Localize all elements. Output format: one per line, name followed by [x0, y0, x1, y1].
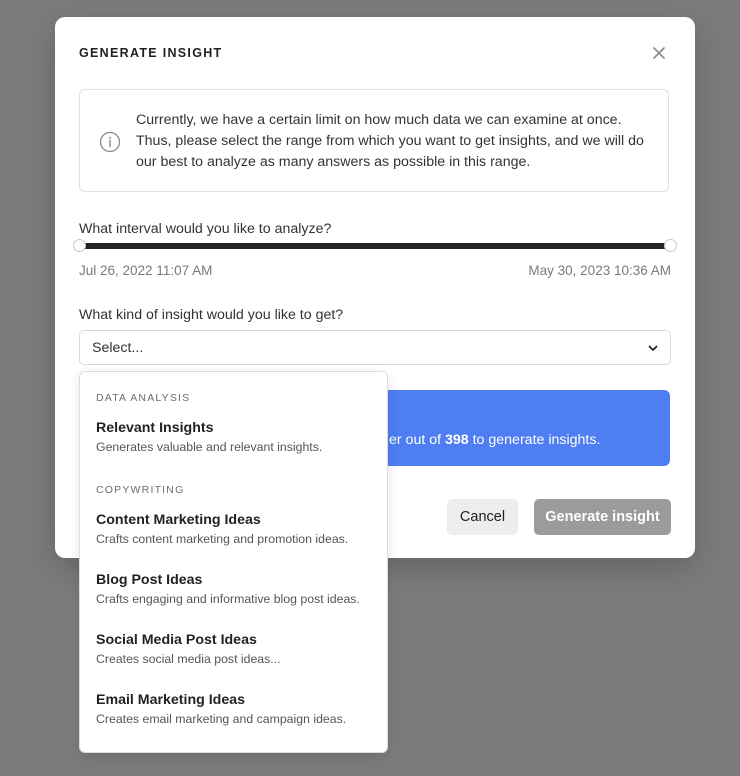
option-relevant-insights[interactable]: Relevant Insights Generates valuable and… [80, 420, 387, 474]
range-start-handle[interactable] [73, 239, 86, 252]
option-desc: Crafts content marketing and promotion i… [96, 532, 349, 546]
option-desc: Creates email marketing and campaign ide… [96, 712, 347, 726]
interval-label: What interval would you like to analyze? [79, 221, 332, 237]
option-title: Blog Post Ideas [96, 572, 203, 588]
option-title: Content Marketing Ideas [96, 512, 261, 528]
range-start-date: Jul 26, 2022 11:07 AM [79, 263, 213, 278]
option-content-marketing-ideas[interactable]: Content Marketing Ideas Crafts content m… [80, 512, 387, 566]
select-value: Select... [92, 340, 144, 356]
info-text: Currently, we have a certain limit on ho… [136, 112, 644, 170]
modal-title: GENERATE INSIGHT [79, 46, 223, 60]
option-blog-post-ideas[interactable]: Blog Post Ideas Crafts engaging and info… [80, 572, 387, 626]
option-desc: Creates social media post ideas... [96, 652, 281, 666]
group-label-copywriting: COPYWRITING [96, 484, 185, 496]
banner-text-prefix: er out of [389, 432, 445, 448]
range-end-handle[interactable] [664, 239, 677, 252]
option-title: Email Marketing Ideas [96, 692, 246, 708]
range-end-date: May 30, 2023 10:36 AM [528, 263, 671, 278]
banner-text-suffix: to generate insights. [468, 432, 601, 448]
info-circle-icon [99, 131, 121, 153]
cancel-button[interactable]: Cancel [447, 499, 518, 535]
range-slider-track[interactable] [80, 243, 670, 249]
banner-count: 398 [445, 432, 469, 448]
option-title: Social Media Post Ideas [96, 632, 257, 648]
info-box: Currently, we have a certain limit on ho… [79, 89, 669, 192]
option-desc: Generates valuable and relevant insights… [96, 440, 323, 454]
insight-type-dropdown: DATA ANALYSIS Relevant Insights Generate… [79, 371, 388, 753]
close-button[interactable] [649, 43, 669, 63]
banner-text: er out of 398 to generate insights. [389, 432, 600, 448]
option-title: Relevant Insights [96, 420, 214, 436]
close-icon [653, 47, 665, 59]
insight-type-label: What kind of insight would you like to g… [79, 307, 344, 323]
option-social-media-post-ideas[interactable]: Social Media Post Ideas Creates social m… [80, 632, 387, 686]
insight-type-select[interactable]: Select... [79, 330, 671, 365]
group-label-data-analysis: DATA ANALYSIS [96, 392, 191, 404]
option-email-marketing-ideas[interactable]: Email Marketing Ideas Creates email mark… [80, 692, 387, 746]
option-desc: Crafts engaging and informative blog pos… [96, 592, 360, 606]
chevron-down-icon [648, 345, 658, 351]
generate-insight-button[interactable]: Generate insight [534, 499, 671, 535]
